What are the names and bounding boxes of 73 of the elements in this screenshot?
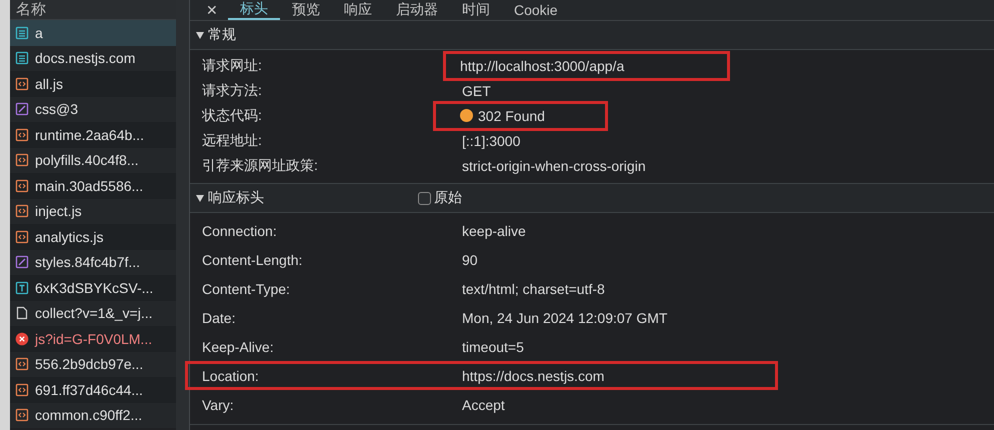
request-item[interactable]: common.c90ff2... bbox=[10, 402, 176, 428]
header-name: Content-Length: bbox=[202, 252, 304, 268]
close-button[interactable]: ✕ bbox=[202, 0, 228, 20]
header-value: https://docs.nestjs.com bbox=[462, 368, 604, 384]
request-item[interactable]: docs.nestjs.com bbox=[10, 46, 176, 71]
code-file-icon bbox=[15, 76, 29, 91]
header-name: Keep-Alive: bbox=[202, 338, 275, 354]
document-icon bbox=[15, 26, 29, 40]
code-file-icon bbox=[15, 153, 29, 168]
tab[interactable]: Cookie bbox=[502, 0, 570, 20]
header-name: Connection: bbox=[202, 222, 278, 238]
tab[interactable]: 响应 bbox=[332, 0, 384, 20]
header-name: 引荐来源网址政策: bbox=[202, 156, 319, 174]
header-value: GET bbox=[462, 82, 491, 98]
request-name: a bbox=[35, 24, 43, 41]
header-name: 远程地址: bbox=[202, 132, 263, 150]
code-file-icon bbox=[15, 128, 29, 142]
tab[interactable]: 时间 bbox=[450, 0, 502, 20]
request-item[interactable]: collect?v=1&_v=j... bbox=[10, 300, 176, 326]
request-name: collect?v=1&_v=j... bbox=[35, 305, 153, 322]
code-file-icon bbox=[15, 382, 29, 397]
request-name: styles.84fc4b7f... bbox=[35, 254, 140, 270]
request-item[interactable]: inject.js bbox=[10, 198, 176, 224]
tab[interactable]: 预览 bbox=[280, 0, 332, 20]
code-file-icon bbox=[15, 357, 29, 372]
request-name: all.js bbox=[35, 76, 64, 92]
raw-checkbox[interactable]: 原始 bbox=[418, 189, 462, 207]
code-file-icon bbox=[15, 408, 29, 422]
request-name: 556.2b9dcb97e... bbox=[35, 356, 144, 372]
header-name: Content-Type: bbox=[202, 280, 291, 296]
request-item[interactable]: a bbox=[10, 20, 176, 46]
code-file-icon bbox=[15, 178, 29, 193]
request-name: common.c90ff2... bbox=[35, 407, 142, 424]
request-item[interactable]: 556.2b9dcb97e... bbox=[10, 352, 176, 377]
document-icon bbox=[15, 51, 29, 66]
request-item[interactable]: polyfills.40c4f8... bbox=[10, 148, 176, 173]
url-text: http://localhost:3000/app/a bbox=[460, 58, 624, 74]
header-name: 状态代码: bbox=[202, 106, 263, 124]
file-icon bbox=[15, 306, 29, 320]
request-name: css@3 bbox=[35, 101, 78, 118]
header-name: 请求网址: bbox=[202, 56, 263, 74]
header-value: 90 bbox=[462, 252, 478, 268]
request-name: analytics.js bbox=[35, 228, 104, 245]
section-toggle[interactable]: 响应标头 bbox=[196, 189, 418, 207]
request-name: runtime.2aa64b... bbox=[35, 126, 144, 143]
font-icon bbox=[15, 280, 29, 295]
request-name: polyfills.40c4f8... bbox=[35, 152, 138, 168]
error-icon bbox=[15, 332, 29, 346]
header-value: [::1]:3000 bbox=[462, 132, 520, 148]
column-header: 名称 bbox=[10, 0, 176, 20]
request-item[interactable]: css@3 bbox=[10, 96, 176, 122]
request-name: 6xK3dSBYKcSV-... bbox=[35, 280, 154, 296]
code-file-icon bbox=[15, 230, 29, 244]
status-text: 302 Found bbox=[478, 108, 545, 124]
header-value: strict-origin-when-cross-origin bbox=[462, 158, 646, 174]
header-value: Accept bbox=[462, 396, 505, 412]
request-name: js?id=G-F0V0LM... bbox=[35, 330, 152, 347]
request-item[interactable]: styles.84fc4b7f... bbox=[10, 250, 176, 275]
request-name: inject.js bbox=[35, 203, 82, 220]
section-toggle[interactable]: 常规 bbox=[196, 26, 418, 44]
header-name: Date: bbox=[202, 310, 236, 326]
header-value: Mon, 24 Jun 2024 12:09:07 GMT bbox=[462, 310, 668, 326]
header-name: Location: bbox=[202, 368, 260, 384]
header-value: timeout=5 bbox=[462, 338, 524, 354]
request-name: main.30ad5586... bbox=[35, 178, 144, 194]
header-value: keep-alive bbox=[462, 222, 526, 238]
tab[interactable]: 启动器 bbox=[384, 0, 450, 20]
header-value: text/html; charset=utf-8 bbox=[462, 280, 605, 296]
header-name: Vary: bbox=[202, 396, 235, 412]
request-name: 691.ff37d46c44... bbox=[35, 382, 143, 398]
header-name: 请求方法: bbox=[202, 82, 263, 100]
request-name: docs.nestjs.com bbox=[35, 50, 136, 66]
code-file-icon bbox=[15, 204, 29, 218]
